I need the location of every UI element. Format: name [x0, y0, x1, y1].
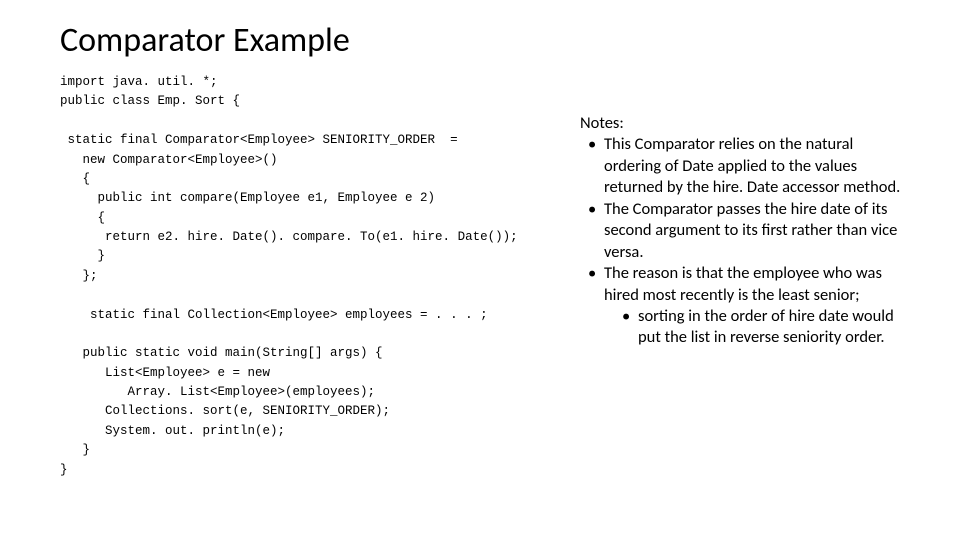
- code-line: new Comparator<Employee>(): [60, 153, 278, 167]
- code-line: {: [60, 172, 90, 186]
- notes-item-text: The reason is that the employee who was …: [604, 263, 882, 304]
- code-line: Array. List<Employee>(employees);: [60, 385, 375, 399]
- notes-item: The reason is that the employee who was …: [584, 263, 910, 349]
- notes-item: The Comparator passes the hire date of i…: [584, 199, 910, 263]
- code-line: public static void main(String[] args) {: [60, 346, 383, 360]
- code-line: }: [60, 443, 90, 457]
- code-line: };: [60, 269, 98, 283]
- notes-subitem: sorting in the order of hire date would …: [618, 306, 910, 349]
- code-line: static final Comparator<Employee> SENIOR…: [60, 133, 458, 147]
- code-line: }: [60, 249, 105, 263]
- code-line: }: [60, 463, 68, 477]
- code-line: return e2. hire. Date(). compare. To(e1.…: [60, 230, 518, 244]
- code-line: Collections. sort(e, SENIORITY_ORDER);: [60, 404, 390, 418]
- code-line: {: [60, 211, 105, 225]
- code-line: public class Emp. Sort {: [60, 94, 240, 108]
- notes-item: This Comparator relies on the natural or…: [584, 134, 910, 198]
- notes-heading: Notes:: [580, 113, 910, 134]
- notes-list: This Comparator relies on the natural or…: [580, 134, 910, 348]
- code-line: static final Collection<Employee> employ…: [60, 308, 488, 322]
- code-line: import java. util. *;: [60, 75, 218, 89]
- content-row: import java. util. *; public class Emp. …: [60, 73, 910, 480]
- code-line: List<Employee> e = new: [60, 366, 270, 380]
- notes-sublist: sorting in the order of hire date would …: [604, 306, 910, 349]
- page-title: Comparator Example: [60, 20, 910, 61]
- notes-block: Notes: This Comparator relies on the nat…: [580, 73, 910, 480]
- code-line: System. out. println(e);: [60, 424, 285, 438]
- code-block: import java. util. *; public class Emp. …: [60, 73, 550, 480]
- code-line: public int compare(Employee e1, Employee…: [60, 191, 435, 205]
